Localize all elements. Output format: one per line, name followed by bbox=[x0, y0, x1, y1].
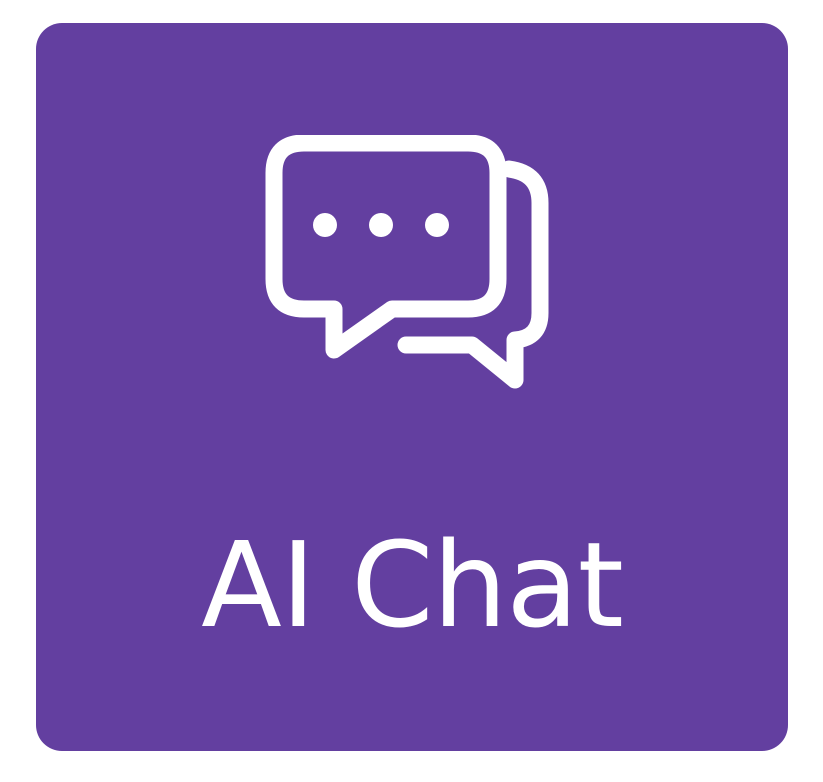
typing-dot bbox=[313, 213, 337, 237]
typing-dot bbox=[425, 213, 449, 237]
back-bubble-outline bbox=[397, 160, 549, 389]
chat-bubbles-icon bbox=[264, 134, 560, 415]
typing-dot bbox=[369, 213, 393, 237]
ai-chat-app-tile[interactable]: AI Chat bbox=[36, 23, 788, 751]
app-tile-label: AI Chat bbox=[201, 516, 624, 654]
front-bubble-outline bbox=[265, 134, 507, 359]
